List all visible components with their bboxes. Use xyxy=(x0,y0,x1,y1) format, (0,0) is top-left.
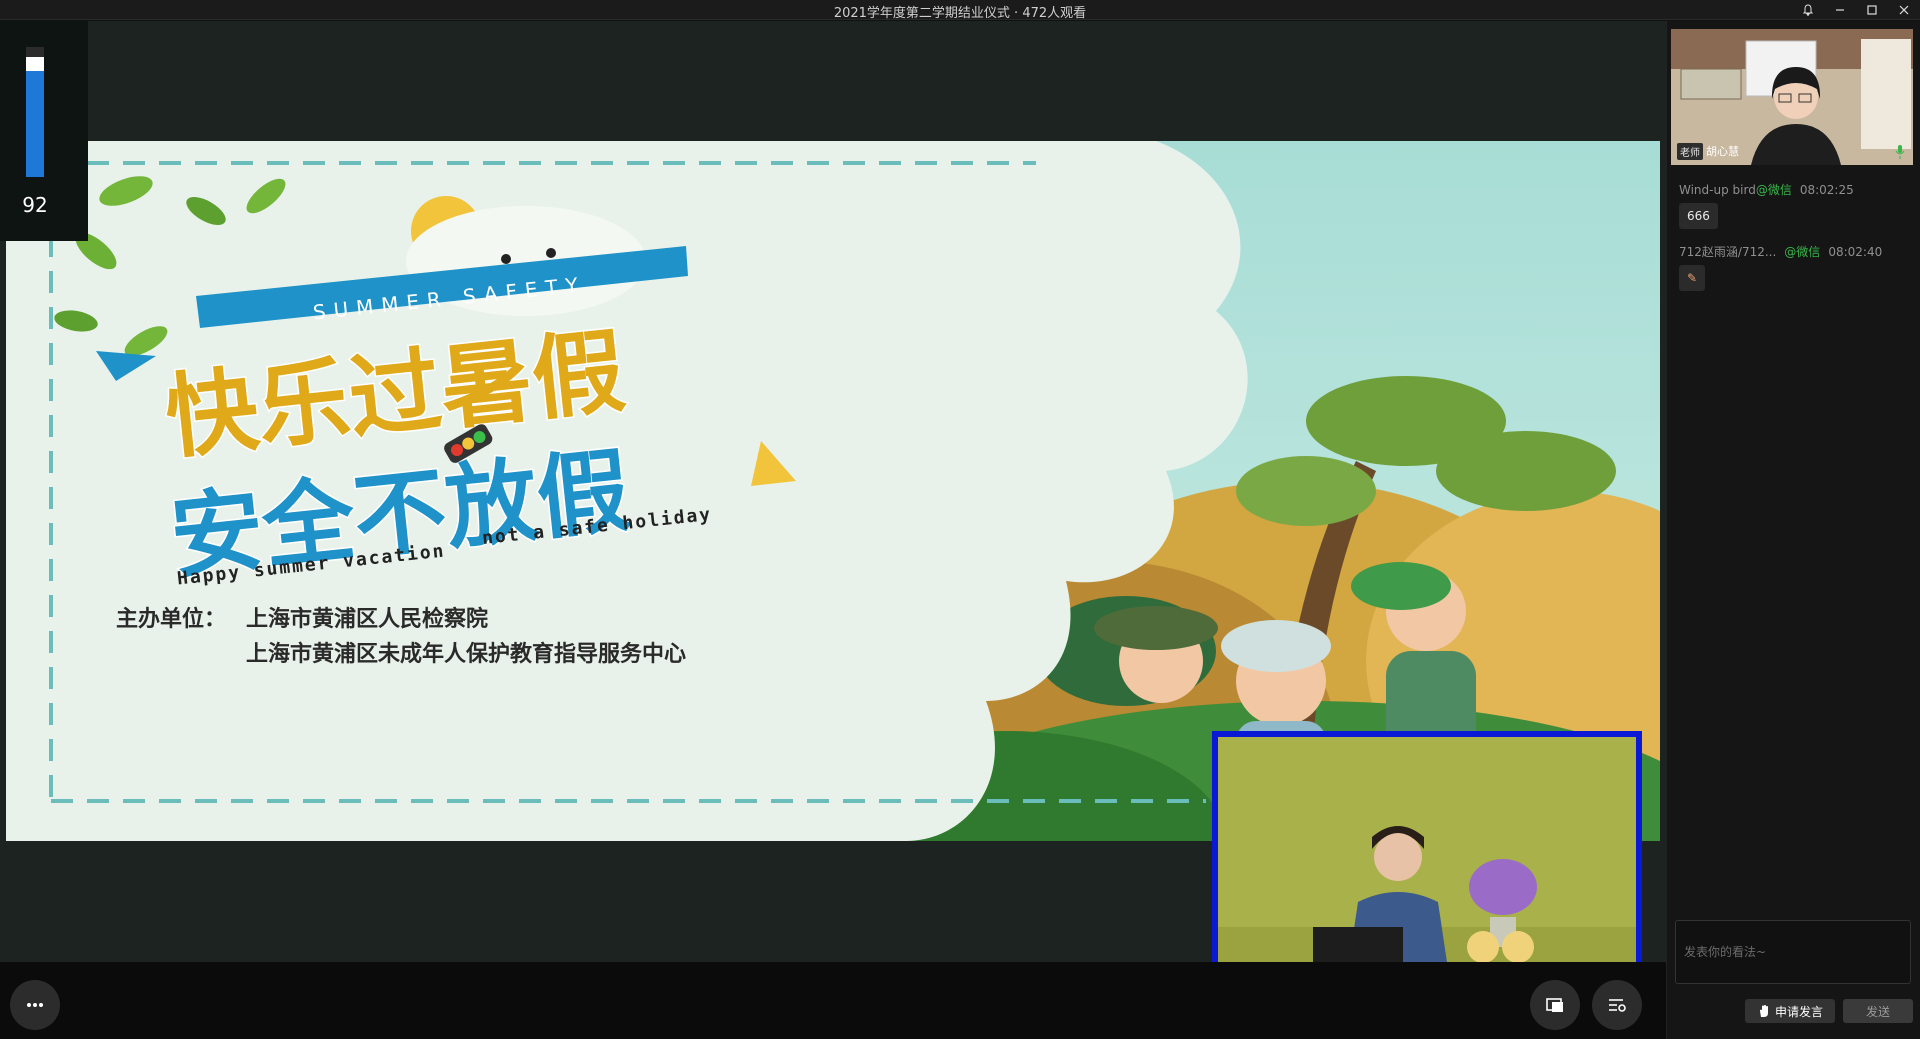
more-icon xyxy=(27,1003,43,1007)
video-stage: SUMMER SAFETY 快乐过暑假 安全不放假 Happy summer v… xyxy=(0,21,1666,975)
chat-user: 712赵雨涵/712... xyxy=(1679,245,1777,259)
right-sidebar: 老师 胡心慧 Wind-up bird@微信 08:02:25 666 712赵雨… xyxy=(1666,21,1920,1039)
presenter-video-frame xyxy=(1218,737,1636,969)
chat-message-header: Wind-up bird@微信 08:02:25 xyxy=(1679,181,1854,198)
minimize-icon xyxy=(1836,9,1844,11)
chat-time: 08:02:25 xyxy=(1799,183,1854,197)
minimize-button[interactable] xyxy=(1824,0,1856,20)
chat-message-header: 712赵雨涵/712... @微信 08:02:40 xyxy=(1679,243,1882,260)
pin-button[interactable] xyxy=(1792,0,1824,20)
hand-icon xyxy=(1759,1005,1768,1017)
chat-bubble-emoji: ✎ xyxy=(1679,265,1706,291)
organizer-2: 上海市黄浦区未成年人保护教育指导服务中心 xyxy=(246,641,686,667)
more-button[interactable] xyxy=(10,980,60,1030)
title-bar: 2021学年度第二学期结业仪式 · 472人观看 xyxy=(0,0,1920,21)
picture-in-picture-icon xyxy=(1546,998,1563,1012)
volume-meter: 92 xyxy=(0,21,88,241)
chat-user: Wind-up bird xyxy=(1679,183,1756,197)
organizer-1: 上海市黄浦区人民检察院 xyxy=(246,606,488,632)
comment-input[interactable] xyxy=(1676,921,1910,983)
camera-tag: 老师 胡心慧 xyxy=(1677,142,1739,160)
chat-source: @微信 xyxy=(1755,183,1792,197)
settings-button[interactable] xyxy=(1592,980,1642,1030)
comment-box xyxy=(1675,920,1911,984)
mic-icon xyxy=(1895,145,1905,159)
organizer-label: 主办单位： xyxy=(116,606,226,632)
bottom-toolbar xyxy=(0,962,1666,1039)
volume-fill xyxy=(26,71,44,177)
maximize-button[interactable] xyxy=(1856,0,1888,20)
maximize-icon xyxy=(1867,5,1877,15)
role-badge: 老师 xyxy=(1677,142,1703,160)
send-button[interactable]: 发送 xyxy=(1843,999,1913,1023)
list-settings-icon xyxy=(1609,999,1626,1012)
window-controls xyxy=(1792,0,1920,20)
bell-icon xyxy=(1802,4,1814,16)
presenter-video[interactable] xyxy=(1212,731,1642,975)
chat-bubble: 666 xyxy=(1679,203,1718,229)
raise-hand-button[interactable]: 申请发言 xyxy=(1745,999,1835,1023)
teacher-name: 胡心慧 xyxy=(1706,145,1739,158)
chat-source: @微信 xyxy=(1784,245,1821,259)
volume-peak xyxy=(26,57,44,71)
pip-button[interactable] xyxy=(1530,980,1580,1030)
teacher-camera[interactable]: 老师 胡心慧 xyxy=(1671,29,1913,165)
close-button[interactable] xyxy=(1888,0,1920,20)
close-icon xyxy=(1899,5,1909,15)
volume-track xyxy=(26,47,44,177)
volume-value: 92 xyxy=(22,193,48,217)
window-title: 2021学年度第二学期结业仪式 · 472人观看 xyxy=(833,6,1087,21)
raise-hand-label: 申请发言 xyxy=(1774,1004,1823,1019)
chat-time: 08:02:40 xyxy=(1828,245,1883,259)
